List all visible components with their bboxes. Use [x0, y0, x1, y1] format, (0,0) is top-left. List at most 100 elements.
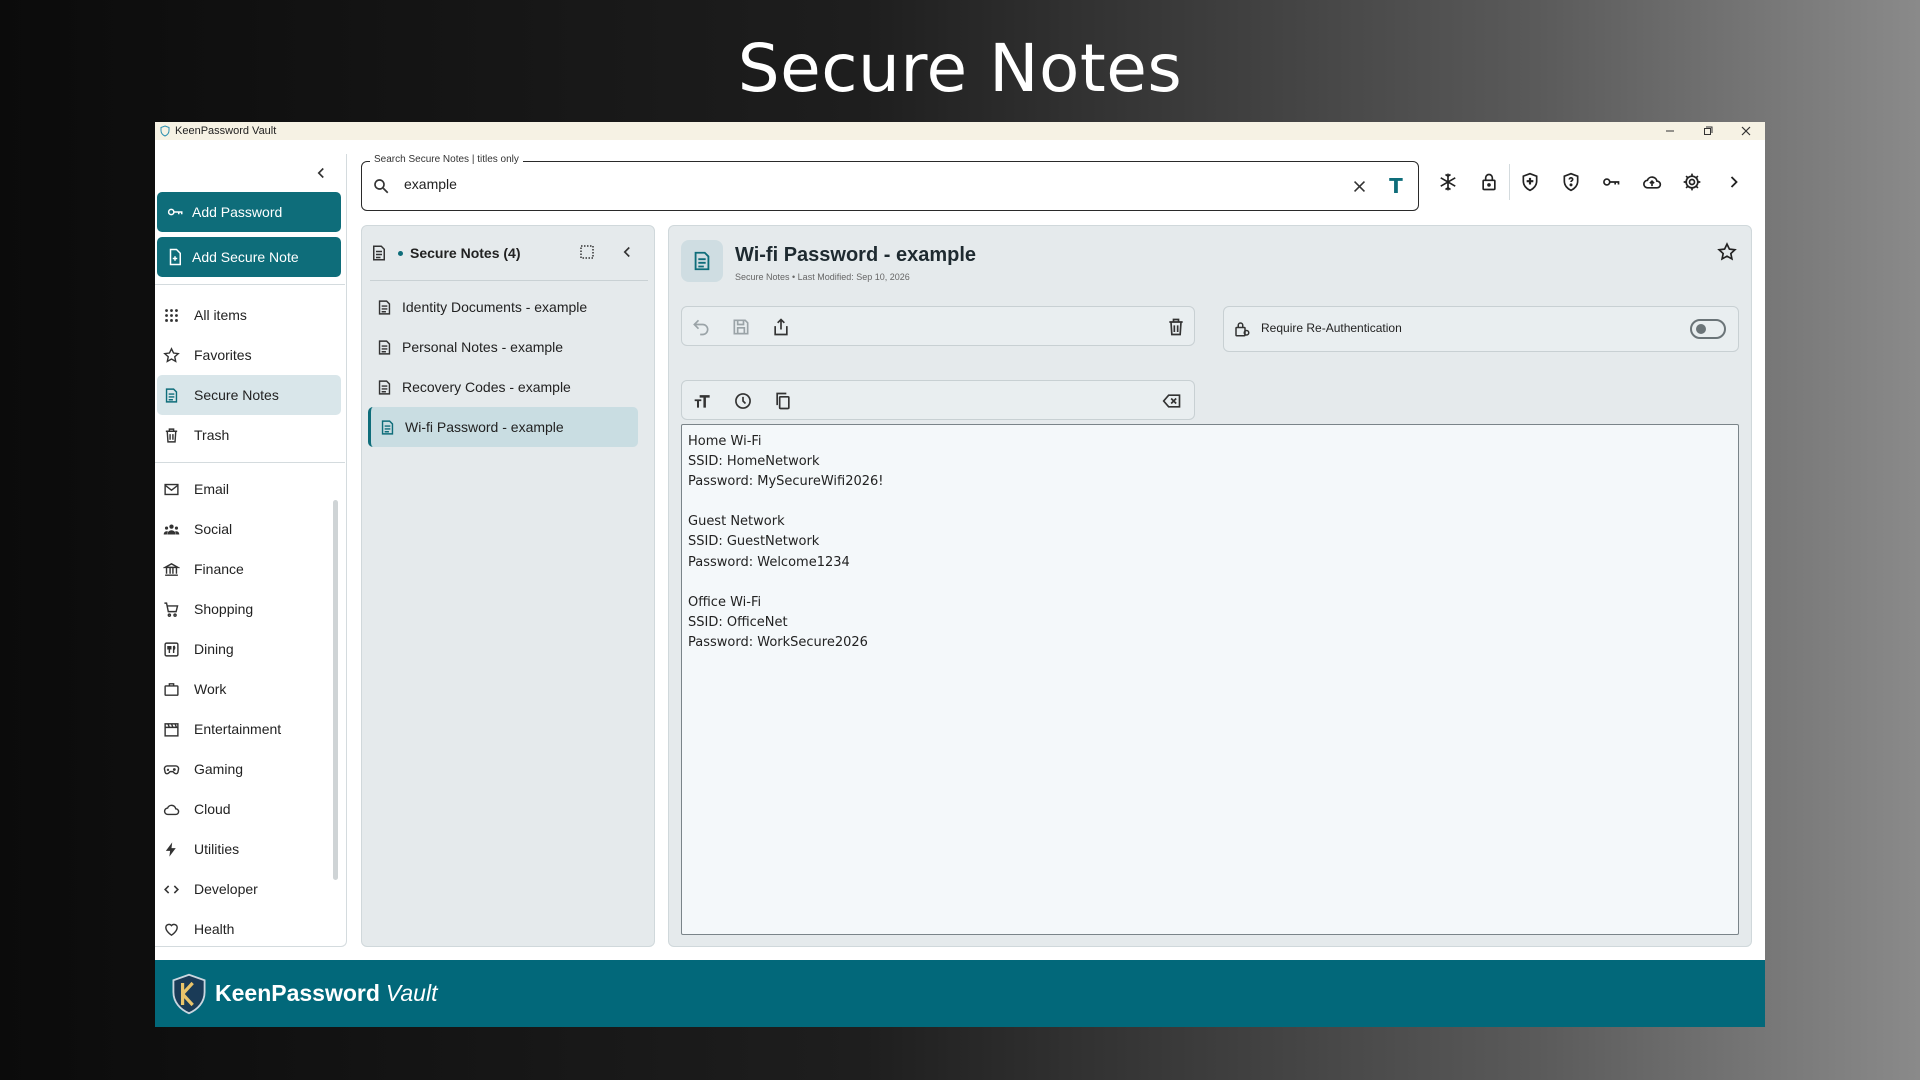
sidebar-item-label: Finance	[194, 561, 244, 577]
sidebar-item-shopping[interactable]: Shopping	[157, 589, 341, 629]
minimize-icon	[1666, 130, 1674, 132]
lock-vault-button[interactable]	[1477, 170, 1501, 194]
cloud-upload-icon	[1643, 176, 1662, 189]
bolt-icon	[165, 841, 176, 857]
sidebar-item-utilities[interactable]: Utilities	[157, 829, 341, 869]
bank-icon	[163, 562, 180, 576]
sidebar-item-favorites[interactable]: Favorites	[157, 335, 341, 375]
text-search-mode-button[interactable]: T	[1384, 174, 1408, 198]
sidebar-item-label: Cloud	[194, 801, 231, 817]
list-item-label: Wi-fi Password - example	[405, 419, 564, 435]
cart-icon	[164, 601, 179, 617]
gear-icon	[1683, 173, 1701, 191]
shield-check-icon	[1522, 172, 1538, 192]
title-bar: KeenPassword Vault	[155, 122, 1765, 140]
clear-search-icon[interactable]	[1351, 178, 1368, 195]
code-icon	[164, 884, 179, 894]
note-icon	[373, 245, 385, 261]
save-icon[interactable]	[731, 317, 751, 337]
password-health-button[interactable]	[1559, 170, 1583, 194]
trash-icon	[165, 427, 178, 443]
list-item[interactable]: Personal Notes - example	[368, 327, 638, 367]
key-icon	[167, 208, 183, 216]
mail-icon	[164, 483, 179, 495]
sidebar-item-label: Utilities	[194, 841, 240, 857]
minimize-button[interactable]	[1651, 122, 1689, 140]
sidebar-item-label: Health	[194, 921, 235, 937]
sidebar-item-work[interactable]: Work	[157, 669, 341, 709]
sidebar-item-email[interactable]: Email	[157, 469, 341, 509]
sidebar-item-trash[interactable]: Trash	[157, 415, 341, 455]
shield-question-icon	[1563, 172, 1579, 192]
list-item-label: Personal Notes - example	[402, 339, 564, 355]
grid-icon	[165, 308, 178, 322]
close-window-button[interactable]	[1727, 122, 1765, 140]
note-actions-bar	[681, 306, 1195, 346]
list-item[interactable]: Identity Documents - example	[368, 287, 638, 327]
sidebar-divider	[155, 284, 345, 285]
expand-button[interactable]	[1722, 170, 1746, 194]
unsaved-indicator-dot	[398, 250, 403, 256]
list-header-title: Secure Notes (4)	[410, 245, 521, 261]
sidebar-item-all-items[interactable]: All items	[157, 295, 341, 335]
footer-banner: KeenPassword Vault	[155, 960, 1765, 1027]
sidebar-divider	[155, 462, 345, 463]
share-icon[interactable]	[771, 317, 791, 337]
toolbar-divider	[1509, 164, 1510, 200]
list-item[interactable]: Wi-fi Password - example	[368, 407, 638, 447]
sidebar-item-finance[interactable]: Finance	[157, 549, 341, 589]
reauth-toggle[interactable]	[1690, 319, 1726, 339]
sidebar-item-label: Work	[194, 681, 227, 697]
settings-button[interactable]	[1680, 170, 1704, 194]
sidebar-item-entertainment[interactable]: Entertainment	[157, 709, 341, 749]
search-box: Search Secure Notes | titles only T	[361, 154, 1419, 211]
sidebar-item-dining[interactable]: Dining	[157, 629, 341, 669]
history-icon[interactable]	[733, 391, 753, 411]
lock-settings-icon	[1235, 322, 1250, 337]
favorite-star-icon[interactable]	[1717, 242, 1737, 262]
collapse-list-icon[interactable]	[618, 243, 636, 261]
sidebar-item-label: Email	[194, 481, 230, 497]
sidebar-item-secure-notes[interactable]: Secure Notes	[157, 375, 341, 415]
list-item[interactable]: Recovery Codes - example	[368, 367, 638, 407]
add-secure-note-button[interactable]: Add Secure Note	[157, 237, 341, 277]
search-input[interactable]	[404, 176, 1284, 192]
trash-icon[interactable]	[1166, 317, 1186, 337]
note-icon	[378, 379, 391, 395]
note-title: Wi-fi Password - example	[735, 244, 976, 266]
sidebar-item-social[interactable]: Social	[157, 509, 341, 549]
snowflake-icon	[1440, 173, 1456, 191]
undo-icon[interactable]	[691, 317, 711, 337]
select-mode-icon[interactable]	[578, 243, 596, 261]
note-meta: Secure Notes • Last Modified: Sep 10, 20…	[735, 272, 910, 282]
sidebar-item-health[interactable]: Health	[157, 909, 341, 949]
collapse-sidebar-icon[interactable]	[312, 164, 330, 182]
password-generator-button[interactable]	[1599, 170, 1623, 194]
cloud-sync-button[interactable]	[1640, 170, 1664, 194]
shield-icon	[160, 125, 170, 137]
notes-list-panel: Secure Notes (4) Identity Documents - ex…	[361, 225, 655, 947]
note-detail-panel: Wi-fi Password - example Secure Notes • …	[668, 225, 1752, 947]
search-legend: Search Secure Notes | titles only	[370, 154, 523, 165]
copy-icon[interactable]	[773, 391, 793, 411]
sidebar-item-cloud[interactable]: Cloud	[157, 789, 341, 829]
add-password-button[interactable]: Add Password	[157, 192, 341, 232]
note-content-editor[interactable]: Home Wi-Fi SSID: HomeNetwork Password: M…	[681, 424, 1739, 935]
gamepad-icon	[163, 764, 180, 774]
sidebar-item-gaming[interactable]: Gaming	[157, 749, 341, 789]
calendar-icon	[164, 722, 179, 737]
note-icon	[378, 299, 391, 315]
list-item-label: Recovery Codes - example	[402, 379, 571, 395]
key-icon	[1603, 178, 1620, 186]
sidebar-item-developer[interactable]: Developer	[157, 869, 341, 909]
text-size-icon[interactable]	[693, 391, 713, 411]
restore-button[interactable]	[1689, 122, 1727, 140]
dining-icon	[164, 641, 179, 657]
sidebar-item-label: Dining	[194, 641, 234, 657]
sidebar-item-label: Trash	[194, 427, 230, 443]
heart-icon	[165, 923, 178, 936]
note-type-badge	[681, 240, 723, 282]
clear-text-icon[interactable]	[1162, 391, 1182, 411]
snowflake-button[interactable]	[1436, 170, 1460, 194]
security-button[interactable]	[1518, 170, 1542, 194]
